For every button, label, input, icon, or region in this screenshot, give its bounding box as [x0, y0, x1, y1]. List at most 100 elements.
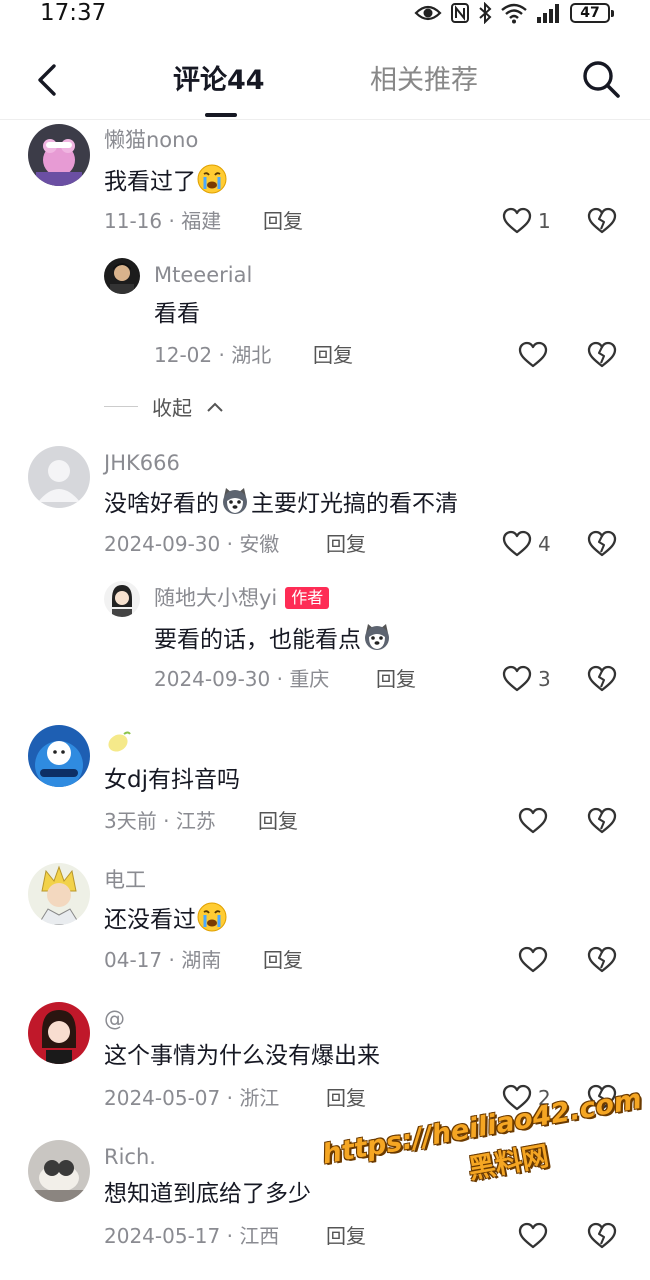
- avatar[interactable]: [28, 863, 90, 925]
- comment-text: 没啥好看的 主要灯光搞的看不清: [104, 485, 458, 520]
- husky-emoji-icon: [361, 621, 393, 653]
- avatar[interactable]: [28, 124, 90, 186]
- meta-separator: ·: [220, 532, 240, 556]
- broken-heart-icon[interactable]: [587, 340, 617, 370]
- broken-heart-icon[interactable]: [587, 206, 617, 236]
- like-button[interactable]: [518, 945, 548, 975]
- battery-indicator: 47: [570, 3, 614, 23]
- reply-location: 湖北: [231, 343, 272, 367]
- like-button[interactable]: [518, 340, 548, 370]
- comment-meta: 04-17 · 湖南: [104, 947, 221, 973]
- comment-date: 3天前: [104, 809, 157, 833]
- status-bar: 17:37 47: [0, 0, 650, 30]
- back-button[interactable]: [28, 60, 68, 100]
- status-icons: 47: [414, 2, 614, 24]
- comment-meta: 3天前 · 江苏: [104, 808, 216, 834]
- broken-heart-icon[interactable]: [587, 945, 617, 975]
- comment-text-part2: 主要灯光搞的看不清: [251, 491, 458, 517]
- like-count: 1: [538, 209, 551, 233]
- comment-text: 女dj有抖音吗: [104, 767, 240, 793]
- reply-button[interactable]: 回复: [258, 808, 298, 834]
- search-button[interactable]: [580, 58, 622, 100]
- reply-username[interactable]: 随地大小想yi: [154, 586, 277, 610]
- avatar[interactable]: [104, 258, 140, 294]
- reply-button[interactable]: 回复: [326, 1223, 366, 1249]
- comment-meta: 2024-05-17 · 江西: [104, 1223, 279, 1249]
- like-button[interactable]: 4: [502, 529, 551, 559]
- reply-button[interactable]: 回复: [376, 666, 416, 692]
- eye-icon: [414, 5, 442, 21]
- crying-emoji-icon: [196, 163, 228, 195]
- comment-location: 安徽: [239, 532, 280, 556]
- meta-separator: ·: [156, 809, 176, 833]
- comment-meta: 11-16 · 福建: [104, 208, 221, 234]
- reply-button[interactable]: 回复: [263, 208, 303, 234]
- avatar[interactable]: [28, 725, 90, 787]
- like-count: 4: [538, 532, 551, 556]
- author-badge: 作者: [285, 587, 330, 609]
- reply-location: 重庆: [289, 667, 330, 691]
- tab-comments[interactable]: 评论44: [173, 64, 265, 98]
- reply-text: 看看: [154, 301, 200, 327]
- like-button[interactable]: [518, 1221, 548, 1251]
- comment-text-content: 我看过了: [104, 169, 196, 195]
- comment-username[interactable]: Rich.: [104, 1144, 156, 1170]
- comment-username[interactable]: 懒猫nono: [104, 127, 198, 153]
- broken-heart-icon[interactable]: [587, 529, 617, 559]
- reply-button[interactable]: 回复: [313, 342, 353, 368]
- reply-username-row: 随地大小想yi 作者: [154, 585, 330, 611]
- reply-button[interactable]: 回复: [326, 531, 366, 557]
- default-avatar-icon: [28, 446, 90, 508]
- husky-emoji-icon: [219, 485, 251, 517]
- like-button[interactable]: [518, 806, 548, 836]
- comment-meta: 2024-05-07 · 浙江: [104, 1085, 279, 1111]
- reply-meta: 12-02 · 湖北: [154, 342, 271, 368]
- avatar[interactable]: [28, 446, 90, 508]
- meta-separator: ·: [270, 667, 290, 691]
- comment-date: 2024-05-07: [104, 1086, 221, 1110]
- avatar[interactable]: [28, 1002, 90, 1064]
- comment-text: 想知道到底给了多少: [104, 1181, 311, 1207]
- comment-location: 江苏: [175, 809, 216, 833]
- avatar[interactable]: [104, 581, 140, 617]
- comment-date: 2024-09-30: [104, 532, 221, 556]
- avatar[interactable]: [28, 1140, 90, 1202]
- reply-button[interactable]: 回复: [263, 947, 303, 973]
- collapse-replies-button[interactable]: 收起: [104, 392, 224, 421]
- collapse-label: 收起: [152, 396, 192, 420]
- like-count: 3: [538, 667, 551, 691]
- signal-icon: [537, 4, 559, 23]
- reply-button[interactable]: 回复: [326, 1085, 366, 1111]
- comment-username[interactable]: @: [104, 1006, 125, 1032]
- tab-related[interactable]: 相关推荐: [370, 64, 478, 98]
- heart-icon: [502, 664, 532, 694]
- comment-text-part1: 没啥好看的: [104, 491, 219, 517]
- bluetooth-icon: [479, 2, 492, 24]
- reply-text-content: 要看的话，也能看点: [154, 627, 361, 653]
- watermark: https://heiliao42.com 黑料网: [320, 1084, 650, 1211]
- like-button[interactable]: 1: [502, 206, 551, 236]
- comment-text: 还没看过: [104, 901, 228, 936]
- comment-date: 04-17: [104, 948, 163, 972]
- reply-meta: 2024-09-30 · 重庆: [154, 666, 329, 692]
- broken-heart-icon[interactable]: [587, 664, 617, 694]
- broken-heart-icon[interactable]: [587, 1221, 617, 1251]
- avatar-image: [28, 725, 90, 787]
- wifi-icon: [501, 3, 527, 24]
- comment-username[interactable]: JHK666: [104, 450, 180, 476]
- comment-username[interactable]: 电工: [104, 867, 146, 893]
- heart-icon: [518, 945, 548, 975]
- reply-date: 12-02: [154, 343, 213, 367]
- meta-separator: ·: [220, 1086, 240, 1110]
- status-time: 17:37: [40, 0, 107, 26]
- comment-date: 2024-05-17: [104, 1224, 221, 1248]
- avatar-image: [104, 581, 140, 617]
- broken-heart-icon[interactable]: [587, 806, 617, 836]
- reply-text: 要看的话，也能看点: [154, 621, 393, 656]
- comment-meta: 2024-09-30 · 安徽: [104, 531, 279, 557]
- reply-username[interactable]: Mteeerial: [154, 262, 252, 288]
- comment-location: 福建: [181, 209, 222, 233]
- heart-icon: [502, 529, 532, 559]
- like-button[interactable]: 3: [502, 664, 551, 694]
- meta-separator: ·: [162, 209, 182, 233]
